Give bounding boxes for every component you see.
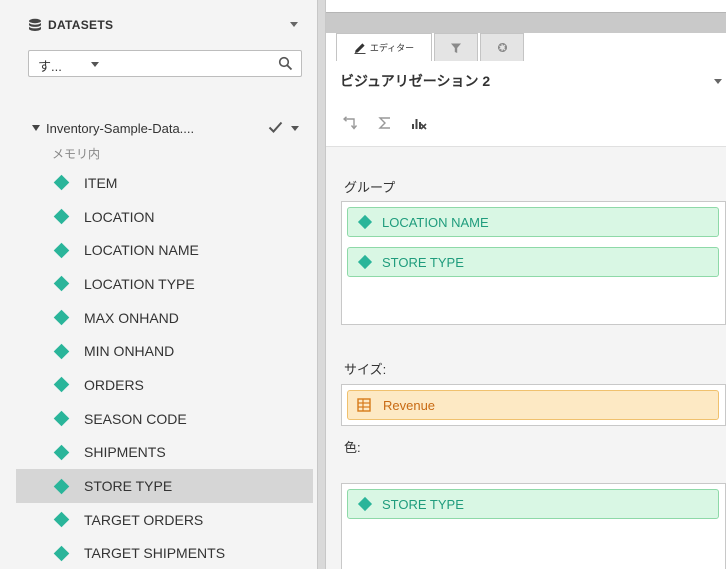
field-item[interactable]: TARGET SHIPMENTS xyxy=(16,537,313,569)
category-field-icon xyxy=(53,478,70,494)
expand-triangle-icon[interactable] xyxy=(32,125,40,131)
pill-label: Revenue xyxy=(383,397,436,413)
field-label: TARGET SHIPMENTS xyxy=(84,545,226,562)
pivot-button[interactable] xyxy=(340,112,362,134)
field-item[interactable]: SEASON CODE xyxy=(16,402,313,436)
group-pill-location-name[interactable]: LOCATION NAME xyxy=(347,207,719,237)
category-field-icon xyxy=(53,175,70,191)
field-item[interactable]: ITEM xyxy=(16,166,313,200)
field-item[interactable]: ORDERS xyxy=(16,368,313,402)
category-field-icon xyxy=(357,254,373,270)
tab-settings[interactable] xyxy=(480,33,524,61)
category-field-icon xyxy=(53,377,70,393)
dataset-name: Inventory-Sample-Data.... xyxy=(46,120,195,136)
field-label: MIN ONHAND xyxy=(84,343,175,360)
sigma-button[interactable] xyxy=(374,112,396,134)
pivot-icon xyxy=(343,116,358,130)
category-field-icon xyxy=(53,276,70,292)
field-item[interactable]: TARGET ORDERS xyxy=(16,503,313,537)
tab-editor-label: エディター xyxy=(369,43,415,53)
dataset-row[interactable]: Inventory-Sample-Data.... xyxy=(32,119,302,137)
category-field-icon xyxy=(357,496,373,512)
dataset-menu-chevron-icon[interactable] xyxy=(291,126,299,131)
filter-icon xyxy=(451,43,461,53)
category-field-icon xyxy=(53,545,70,562)
editor-panel: エディター ビジュアリゼーション 2 グループ LOCATION NAME ST… xyxy=(326,0,726,569)
visualization-menu-chevron-icon[interactable] xyxy=(714,79,722,84)
field-label: TARGET ORDERS xyxy=(84,511,204,528)
field-label: SHIPMENTS xyxy=(84,444,166,461)
datasets-menu-chevron-icon[interactable] xyxy=(290,22,298,27)
field-label: MAX ONHAND xyxy=(84,309,179,326)
category-field-icon xyxy=(53,410,70,427)
measure-table-icon xyxy=(357,398,371,412)
field-list: ITEM LOCATION LOCATION NAME LOCATION TYP… xyxy=(16,166,313,569)
field-item[interactable]: LOCATION TYPE xyxy=(16,267,313,301)
sigma-icon xyxy=(378,117,390,129)
dataset-search-input[interactable]: す... xyxy=(28,50,302,77)
field-item-selected[interactable]: STORE TYPE xyxy=(16,469,313,503)
pill-label: STORE TYPE xyxy=(382,254,464,270)
clear-chart-icon xyxy=(412,119,427,130)
editor-toolbar xyxy=(340,112,442,134)
field-label: ORDERS xyxy=(84,376,144,393)
editor-content: グループ LOCATION NAME STORE TYPE サイズ: Reven… xyxy=(326,146,726,569)
category-field-icon xyxy=(357,214,373,230)
tab-editor[interactable]: エディター xyxy=(336,33,432,61)
panel-splitter[interactable] xyxy=(317,0,326,569)
clear-chart-button[interactable] xyxy=(408,112,430,134)
category-field-icon xyxy=(53,208,70,225)
checkmark-icon xyxy=(268,121,283,133)
group-dropzone[interactable]: LOCATION NAME STORE TYPE xyxy=(341,201,726,325)
pencil-icon xyxy=(354,42,366,54)
gear-icon xyxy=(497,42,507,53)
search-icon[interactable] xyxy=(278,56,293,71)
field-label: STORE TYPE xyxy=(84,478,173,495)
group-pill-store-type[interactable]: STORE TYPE xyxy=(347,247,719,277)
field-item[interactable]: MIN ONHAND xyxy=(16,334,313,368)
field-label: LOCATION NAME xyxy=(84,242,199,259)
dataset-status: メモリ内 xyxy=(52,147,101,161)
category-field-icon xyxy=(53,444,70,461)
color-label: 色: xyxy=(344,440,361,455)
field-item[interactable]: SHIPMENTS xyxy=(16,436,313,470)
pill-label: LOCATION NAME xyxy=(382,214,489,230)
group-label: グループ xyxy=(344,180,396,195)
field-label: LOCATION TYPE xyxy=(84,275,195,292)
search-filter-chevron-icon[interactable] xyxy=(91,62,99,67)
size-dropzone[interactable]: Revenue xyxy=(341,384,726,426)
search-value: す... xyxy=(38,59,62,74)
visualization-title[interactable]: ビジュアリゼーション 2 xyxy=(340,71,490,91)
editor-tabs: エディター xyxy=(336,33,526,61)
pill-label: STORE TYPE xyxy=(382,496,464,512)
category-field-icon xyxy=(53,309,70,326)
tab-filter[interactable] xyxy=(434,33,478,61)
field-item[interactable]: MAX ONHAND xyxy=(16,301,313,335)
field-item[interactable]: LOCATION xyxy=(16,200,313,234)
category-field-icon xyxy=(53,242,70,258)
field-item[interactable]: LOCATION NAME xyxy=(16,233,313,267)
color-pill-store-type[interactable]: STORE TYPE xyxy=(347,489,719,519)
datasets-panel: DATASETS す... Inventory-Sample-Data.... … xyxy=(0,0,317,569)
field-label: SEASON CODE xyxy=(84,410,187,427)
size-pill-revenue[interactable]: Revenue xyxy=(347,390,719,420)
size-label: サイズ: xyxy=(344,362,387,377)
field-label: ITEM xyxy=(84,174,118,191)
editor-header-strip xyxy=(326,12,726,33)
color-dropzone[interactable]: STORE TYPE xyxy=(341,483,726,569)
database-icon xyxy=(29,18,41,31)
datasets-title: DATASETS xyxy=(48,18,114,32)
category-field-icon xyxy=(53,343,70,360)
datasets-header: DATASETS xyxy=(28,16,113,34)
field-label: LOCATION xyxy=(84,208,155,225)
category-field-icon xyxy=(53,511,70,528)
